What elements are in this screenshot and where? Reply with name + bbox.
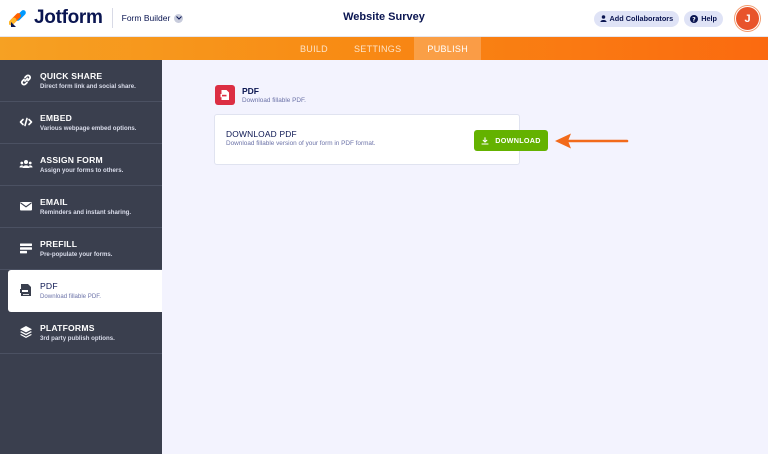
question-icon: ?	[690, 14, 699, 23]
sidebar-item-title: EMBED	[40, 113, 73, 123]
link-icon	[19, 73, 33, 87]
sidebar-item-title: EMAIL	[40, 197, 68, 207]
prefill-icon	[19, 241, 33, 255]
sidebar-item-quick-share[interactable]: QUICK SHARE Direct form link and social …	[0, 60, 162, 102]
sidebar-item-embed[interactable]: EMBED Various webpage embed options.	[0, 102, 162, 144]
sidebar-item-desc: Assign your forms to others.	[40, 167, 124, 174]
chevron-down-icon	[174, 13, 184, 23]
layers-icon	[19, 325, 33, 339]
sidebar-item-assign-form[interactable]: ASSIGN FORM Assign your forms to others.	[0, 144, 162, 186]
sidebar-item-pdf[interactable]: PDF Download fillable PDF.	[8, 270, 162, 312]
jotform-logo-icon	[8, 8, 29, 28]
logo-text: Jotform	[34, 7, 103, 28]
download-button[interactable]: DOWNLOAD	[474, 130, 548, 151]
sidebar-item-desc: Direct form link and social share.	[40, 83, 136, 90]
publish-sidebar: QUICK SHARE Direct form link and social …	[0, 60, 162, 454]
sidebar-item-desc: 3rd party publish options.	[40, 335, 115, 342]
sidebar-item-title: PDF	[40, 281, 58, 291]
add-collaborators-button[interactable]: Add Collaborators	[593, 10, 680, 27]
section-desc: Download fillable PDF.	[242, 97, 306, 104]
sidebar-item-desc: Reminders and instant sharing.	[40, 209, 132, 216]
avatar[interactable]: J	[735, 6, 760, 31]
sidebar-item-prefill[interactable]: PREFILL Pre-populate your forms.	[0, 228, 162, 270]
form-builder-label: Form Builder	[121, 13, 171, 23]
users-icon	[19, 157, 33, 171]
pdf-badge-icon	[215, 85, 235, 105]
download-label: DOWNLOAD	[495, 136, 541, 145]
sidebar-item-title: PREFILL	[40, 239, 78, 249]
sidebar-item-title: ASSIGN FORM	[40, 155, 103, 165]
pdf-icon	[19, 283, 33, 297]
card-desc: Download fillable version of your form i…	[226, 140, 376, 147]
tab-bar: BUILD SETTINGS PUBLISH	[0, 37, 768, 60]
download-icon	[481, 136, 489, 145]
help-label: Help	[701, 14, 717, 23]
main-content: PDF Download fillable PDF. DOWNLOAD PDF …	[162, 60, 768, 454]
jotform-logo[interactable]: Jotform	[8, 7, 103, 29]
sidebar-item-title: PLATFORMS	[40, 323, 95, 333]
sidebar-item-desc: Various webpage embed options.	[40, 125, 137, 132]
top-header: Jotform Form Builder Website Survey Add …	[0, 0, 768, 37]
sidebar-item-title: QUICK SHARE	[40, 71, 103, 81]
pointer-arrow-icon	[553, 131, 629, 156]
header-divider	[111, 8, 113, 28]
section-title: PDF	[242, 86, 259, 96]
sidebar-item-email[interactable]: EMAIL Reminders and instant sharing.	[0, 186, 162, 228]
tab-build[interactable]: BUILD	[287, 37, 341, 60]
form-builder-dropdown[interactable]: Form Builder	[122, 13, 184, 23]
help-button[interactable]: ? Help	[684, 10, 723, 27]
svg-text:?: ?	[692, 16, 696, 23]
pdf-section-header: PDF Download fillable PDF.	[215, 85, 306, 105]
download-pdf-card: DOWNLOAD PDF Download fillable version o…	[214, 114, 548, 165]
sidebar-item-platforms[interactable]: PLATFORMS 3rd party publish options.	[0, 312, 162, 354]
user-icon	[599, 15, 607, 22]
tab-publish[interactable]: PUBLISH	[414, 37, 482, 60]
sidebar-item-desc: Download fillable PDF.	[40, 293, 101, 300]
header-actions: Add Collaborators ? Help J	[593, 6, 760, 31]
card-title: DOWNLOAD PDF	[226, 129, 297, 139]
sidebar-item-desc: Pre-populate your forms.	[40, 251, 113, 258]
add-collaborators-label: Add Collaborators	[609, 14, 674, 23]
code-icon	[19, 115, 33, 129]
tab-settings[interactable]: SETTINGS	[341, 37, 414, 60]
envelope-icon	[19, 199, 33, 213]
